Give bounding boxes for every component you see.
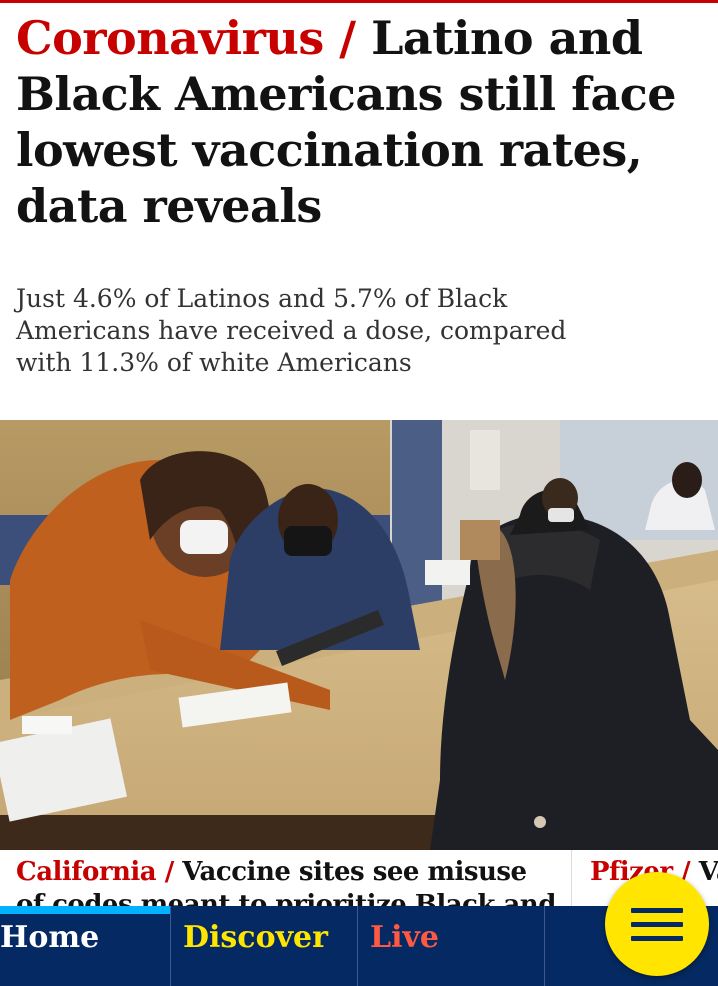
top-accent-rule	[0, 0, 718, 3]
related-story-text[interactable]: California / Vaccine sites see misuse of…	[16, 856, 556, 908]
nav-tab-home[interactable]: Home	[0, 906, 171, 986]
nav-tab-discover[interactable]: Discover	[171, 906, 358, 986]
nav-active-indicator	[0, 906, 170, 914]
nav-tab-label: Live	[370, 920, 440, 955]
nav-tab-label: Discover	[183, 920, 328, 955]
menu-button[interactable]	[605, 872, 709, 976]
headline-kicker[interactable]: Coronavirus /	[16, 11, 356, 65]
related-story-kicker: California /	[16, 857, 174, 887]
related-story-california[interactable]: California / Vaccine sites see misuse of…	[0, 850, 570, 908]
article-photo[interactable]	[0, 420, 718, 850]
article-headline[interactable]: Coronavirus / Latino and Black Americans…	[16, 10, 706, 234]
nav-tab-label: Home	[0, 920, 100, 955]
related-story-title: Va	[698, 857, 718, 887]
article-standfirst: Just 4.6% of Latinos and 5.7% of Black A…	[16, 284, 567, 377]
card-divider	[571, 850, 572, 908]
nav-tab-live[interactable]: Live	[358, 906, 545, 986]
